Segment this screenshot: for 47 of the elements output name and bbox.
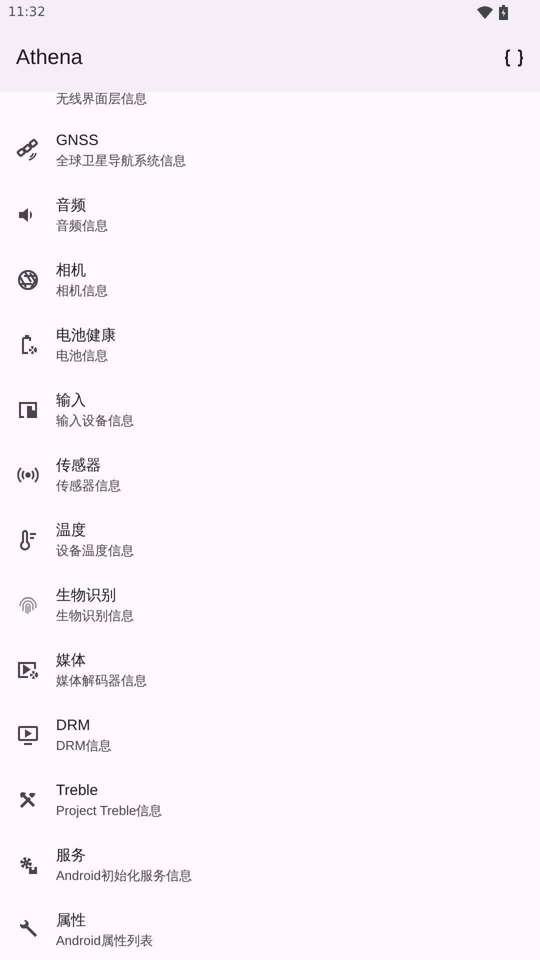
item-subtitle: DRM信息 — [56, 736, 112, 754]
list-item[interactable]: 生物识别 生物识别信息 — [0, 572, 540, 637]
item-subtitle: 全球卫星导航系统信息 — [56, 152, 186, 170]
item-subtitle: 设备温度信息 — [56, 542, 134, 560]
item-title: 属性 — [56, 910, 87, 930]
satellite-icon — [16, 138, 40, 162]
item-title: 电池健康 — [56, 326, 116, 346]
list-item[interactable]: 传感器 传感器信息 — [0, 442, 540, 507]
item-title: 相机 — [56, 260, 87, 280]
item-subtitle: 输入设备信息 — [56, 412, 134, 430]
item-subtitle: Android属性列表 — [56, 932, 153, 950]
item-title: 温度 — [56, 520, 87, 540]
item-title: 输入 — [56, 390, 87, 410]
list-item[interactable]: 温度 设备温度信息 — [0, 507, 540, 572]
list-item[interactable]: 相机 相机信息 — [0, 247, 540, 312]
item-subtitle: 电池信息 — [56, 346, 109, 364]
item-subtitle: Project Treble信息 — [56, 802, 162, 820]
item-title: 服务 — [56, 846, 87, 866]
item-title: 媒体 — [56, 650, 87, 670]
list-item[interactable]: DRM DRM信息 — [0, 702, 540, 767]
list-item[interactable]: 属性 Android属性列表 — [0, 897, 540, 960]
list-item[interactable]: 服务 Android初始化服务信息 — [0, 832, 540, 897]
item-subtitle: 音频信息 — [56, 216, 108, 234]
app-title: Athena — [16, 46, 83, 70]
item-subtitle: 媒体解码器信息 — [56, 672, 147, 690]
item-title: DRM — [56, 716, 92, 736]
item-title: 传感器 — [56, 456, 102, 476]
list-item[interactable]: 音频 音频信息 — [0, 182, 540, 247]
item-subtitle: 传感器信息 — [56, 476, 121, 494]
list-item[interactable]: 电池健康 电池信息 — [0, 312, 540, 377]
list-item[interactable]: 媒体 媒体解码器信息 — [0, 637, 540, 702]
status-time: 11:32 — [8, 4, 46, 20]
item-subtitle: Android初始化服务信息 — [56, 866, 192, 884]
list-item[interactable]: GNSS 全球卫星导航系统信息 — [0, 117, 540, 182]
list-item[interactable]: 输入 输入设备信息 — [0, 377, 540, 442]
battery-icon — [499, 4, 508, 20]
item-title: 生物识别 — [56, 586, 117, 606]
item-title: 音频 — [56, 196, 87, 216]
camera-aperture-icon — [16, 268, 40, 292]
item-title: GNSS — [56, 130, 100, 150]
wifi-icon — [477, 6, 493, 18]
list-item[interactable]: Treble Project Treble信息 — [0, 767, 540, 832]
item-title: Treble — [56, 780, 99, 800]
item-subtitle: 相机信息 — [56, 282, 108, 300]
item-subtitle: 无线界面层信息 — [56, 92, 147, 105]
item-subtitle: 生物识别信息 — [56, 606, 134, 624]
braces-icon[interactable] — [504, 49, 524, 67]
